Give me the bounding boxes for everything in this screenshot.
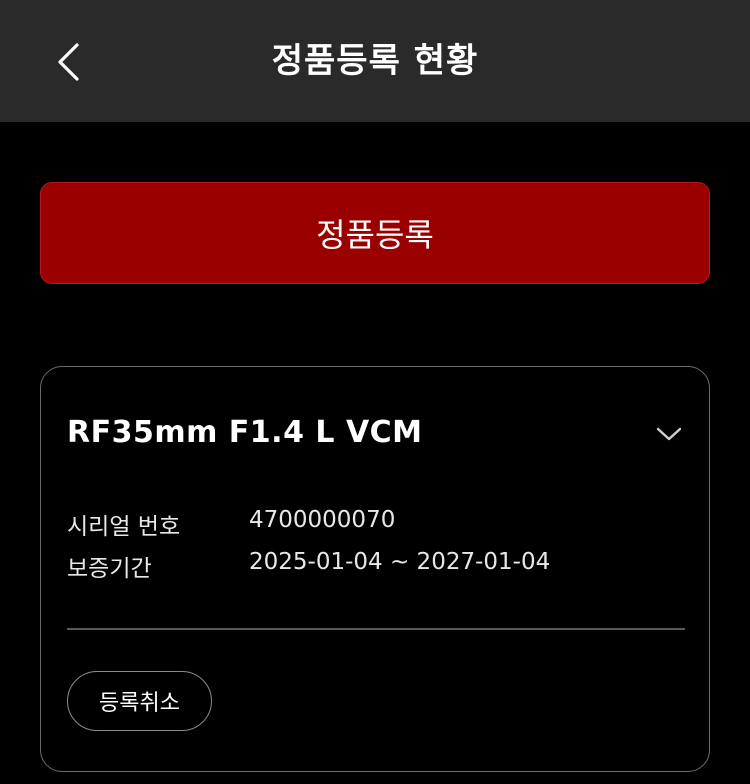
register-button[interactable]: 정품등록 [40, 182, 710, 284]
page: 정품등록 현황 정품등록 RF35mm F1.4 L VCM 시리얼 번호 47… [0, 0, 750, 784]
expand-toggle[interactable] [651, 419, 687, 449]
chevron-down-icon [656, 427, 682, 441]
card-divider [67, 628, 685, 630]
cancel-registration-button[interactable]: 등록취소 [67, 671, 212, 731]
app-header: 정품등록 현황 [0, 0, 750, 122]
serial-value: 4700000070 [249, 507, 396, 533]
serial-label: 시리얼 번호 [67, 514, 181, 540]
back-button[interactable] [44, 38, 92, 86]
warranty-value: 2025-01-04 ~ 2027-01-04 [249, 549, 551, 575]
product-card: RF35mm F1.4 L VCM 시리얼 번호 4700000070 보증기간… [40, 366, 710, 772]
warranty-label: 보증기간 [67, 556, 152, 582]
page-title: 정품등록 현황 [271, 41, 479, 81]
chevron-left-icon [58, 43, 79, 81]
product-name: RF35mm F1.4 L VCM [67, 415, 423, 450]
